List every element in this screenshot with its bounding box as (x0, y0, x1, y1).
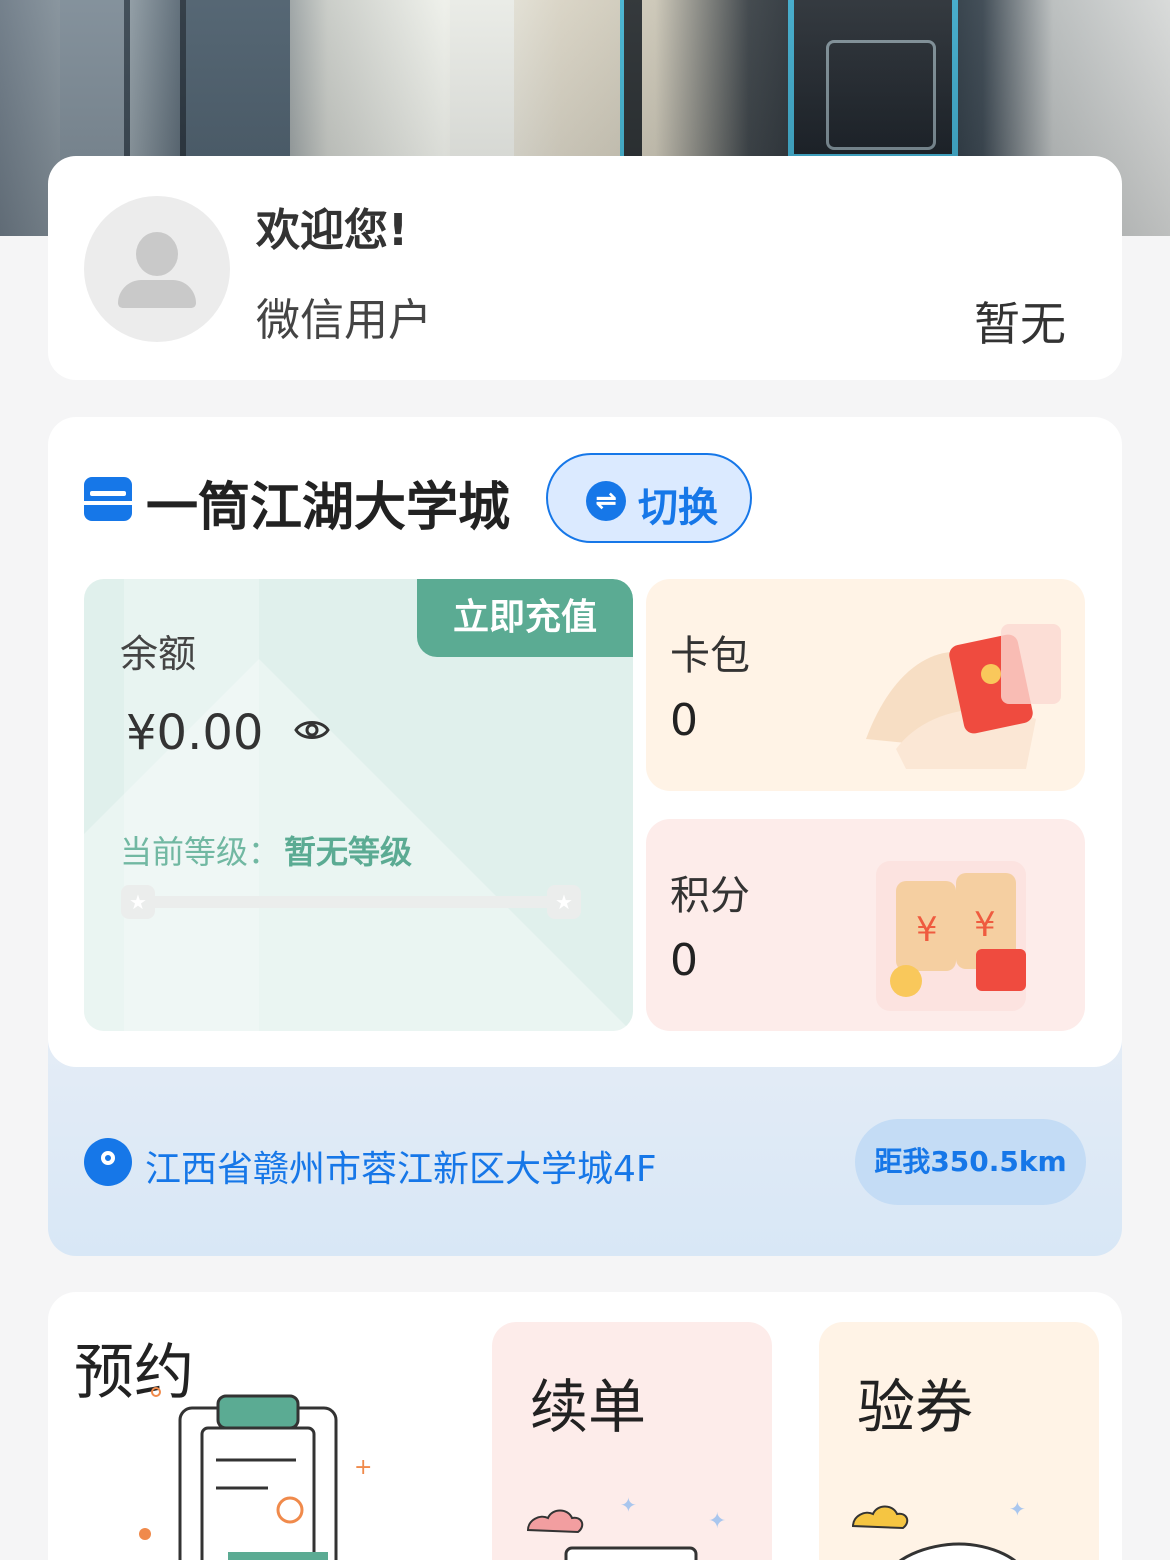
star-icon: ★ (121, 885, 155, 919)
services-card: 预约 + 续单 ✦ ✦ 验券 ✦ (48, 1292, 1122, 1560)
eye-icon[interactable] (294, 717, 330, 743)
store-name: 一筒江湖大学城 (146, 478, 511, 538)
recharge-button[interactable]: 立即充值 (417, 579, 633, 657)
swap-icon: ⇌ (586, 481, 626, 521)
level-label: 当前等级： (120, 833, 281, 871)
verify-voucher-tile[interactable]: 验券 ✦ (819, 1322, 1099, 1560)
balance-panel[interactable]: 立即充值 余额 ¥0.00 当前等级： 暂无等级 ★ ★ (84, 579, 633, 1031)
distance-badge[interactable]: 距我350.5km (855, 1119, 1086, 1205)
switch-store-button[interactable]: ⇌ 切换 (546, 453, 752, 543)
points-label: 积分 (670, 873, 750, 919)
points-tile[interactable]: 积分 0 ¥ ¥ (646, 819, 1085, 1031)
level-value: 暂无等级 (284, 833, 413, 871)
profile-card[interactable]: 欢迎您! 微信用户 暂无 (48, 156, 1122, 380)
svg-text:✦: ✦ (708, 1509, 726, 1534)
red-envelope-illustration (866, 624, 1061, 769)
coupon-illustration: ¥ ¥ (876, 861, 1026, 1011)
svg-text:✦: ✦ (620, 1493, 637, 1517)
cards-count: 0 (670, 695, 698, 746)
voucher-illustration: ✦ (851, 1497, 1026, 1560)
svg-text:¥: ¥ (974, 905, 996, 945)
points-count: 0 (670, 935, 698, 986)
username: 微信用户 (256, 295, 432, 346)
store-address[interactable]: 江西省赣州市蓉江新区大学城4F (145, 1140, 657, 1192)
store-card: 一筒江湖大学城 ⇌ 切换 立即充值 余额 ¥0.00 当前等级： 暂无等级 ★ … (48, 417, 1122, 1067)
renew-illustration: ✦ ✦ (526, 1493, 726, 1560)
welcome-text: 欢迎您! (256, 205, 409, 256)
card-wallet-tile[interactable]: 卡包 0 (646, 579, 1085, 791)
cards-label: 卡包 (670, 633, 750, 679)
avatar[interactable] (84, 196, 230, 342)
avatar-body (118, 280, 196, 308)
balance-amount: ¥0.00 (126, 705, 264, 761)
member-level: 暂无 (974, 297, 1066, 351)
svg-text:✦: ✦ (1009, 1497, 1026, 1521)
balance-label: 余额 (120, 632, 197, 676)
clipboard-illustration[interactable]: + (128, 1382, 388, 1560)
store-icon (84, 477, 132, 521)
svg-text:+: + (354, 1455, 372, 1480)
renew-label: 续单 (530, 1373, 647, 1441)
avatar-head (136, 232, 178, 276)
renew-order-tile[interactable]: 续单 ✦ ✦ (492, 1322, 772, 1560)
star-icon: ★ (547, 885, 581, 919)
level-progress-track (138, 896, 564, 908)
voucher-label: 验券 (857, 1373, 974, 1441)
switch-label: 切换 (638, 485, 718, 531)
svg-text:¥: ¥ (916, 910, 938, 950)
location-pin-icon (84, 1138, 132, 1186)
